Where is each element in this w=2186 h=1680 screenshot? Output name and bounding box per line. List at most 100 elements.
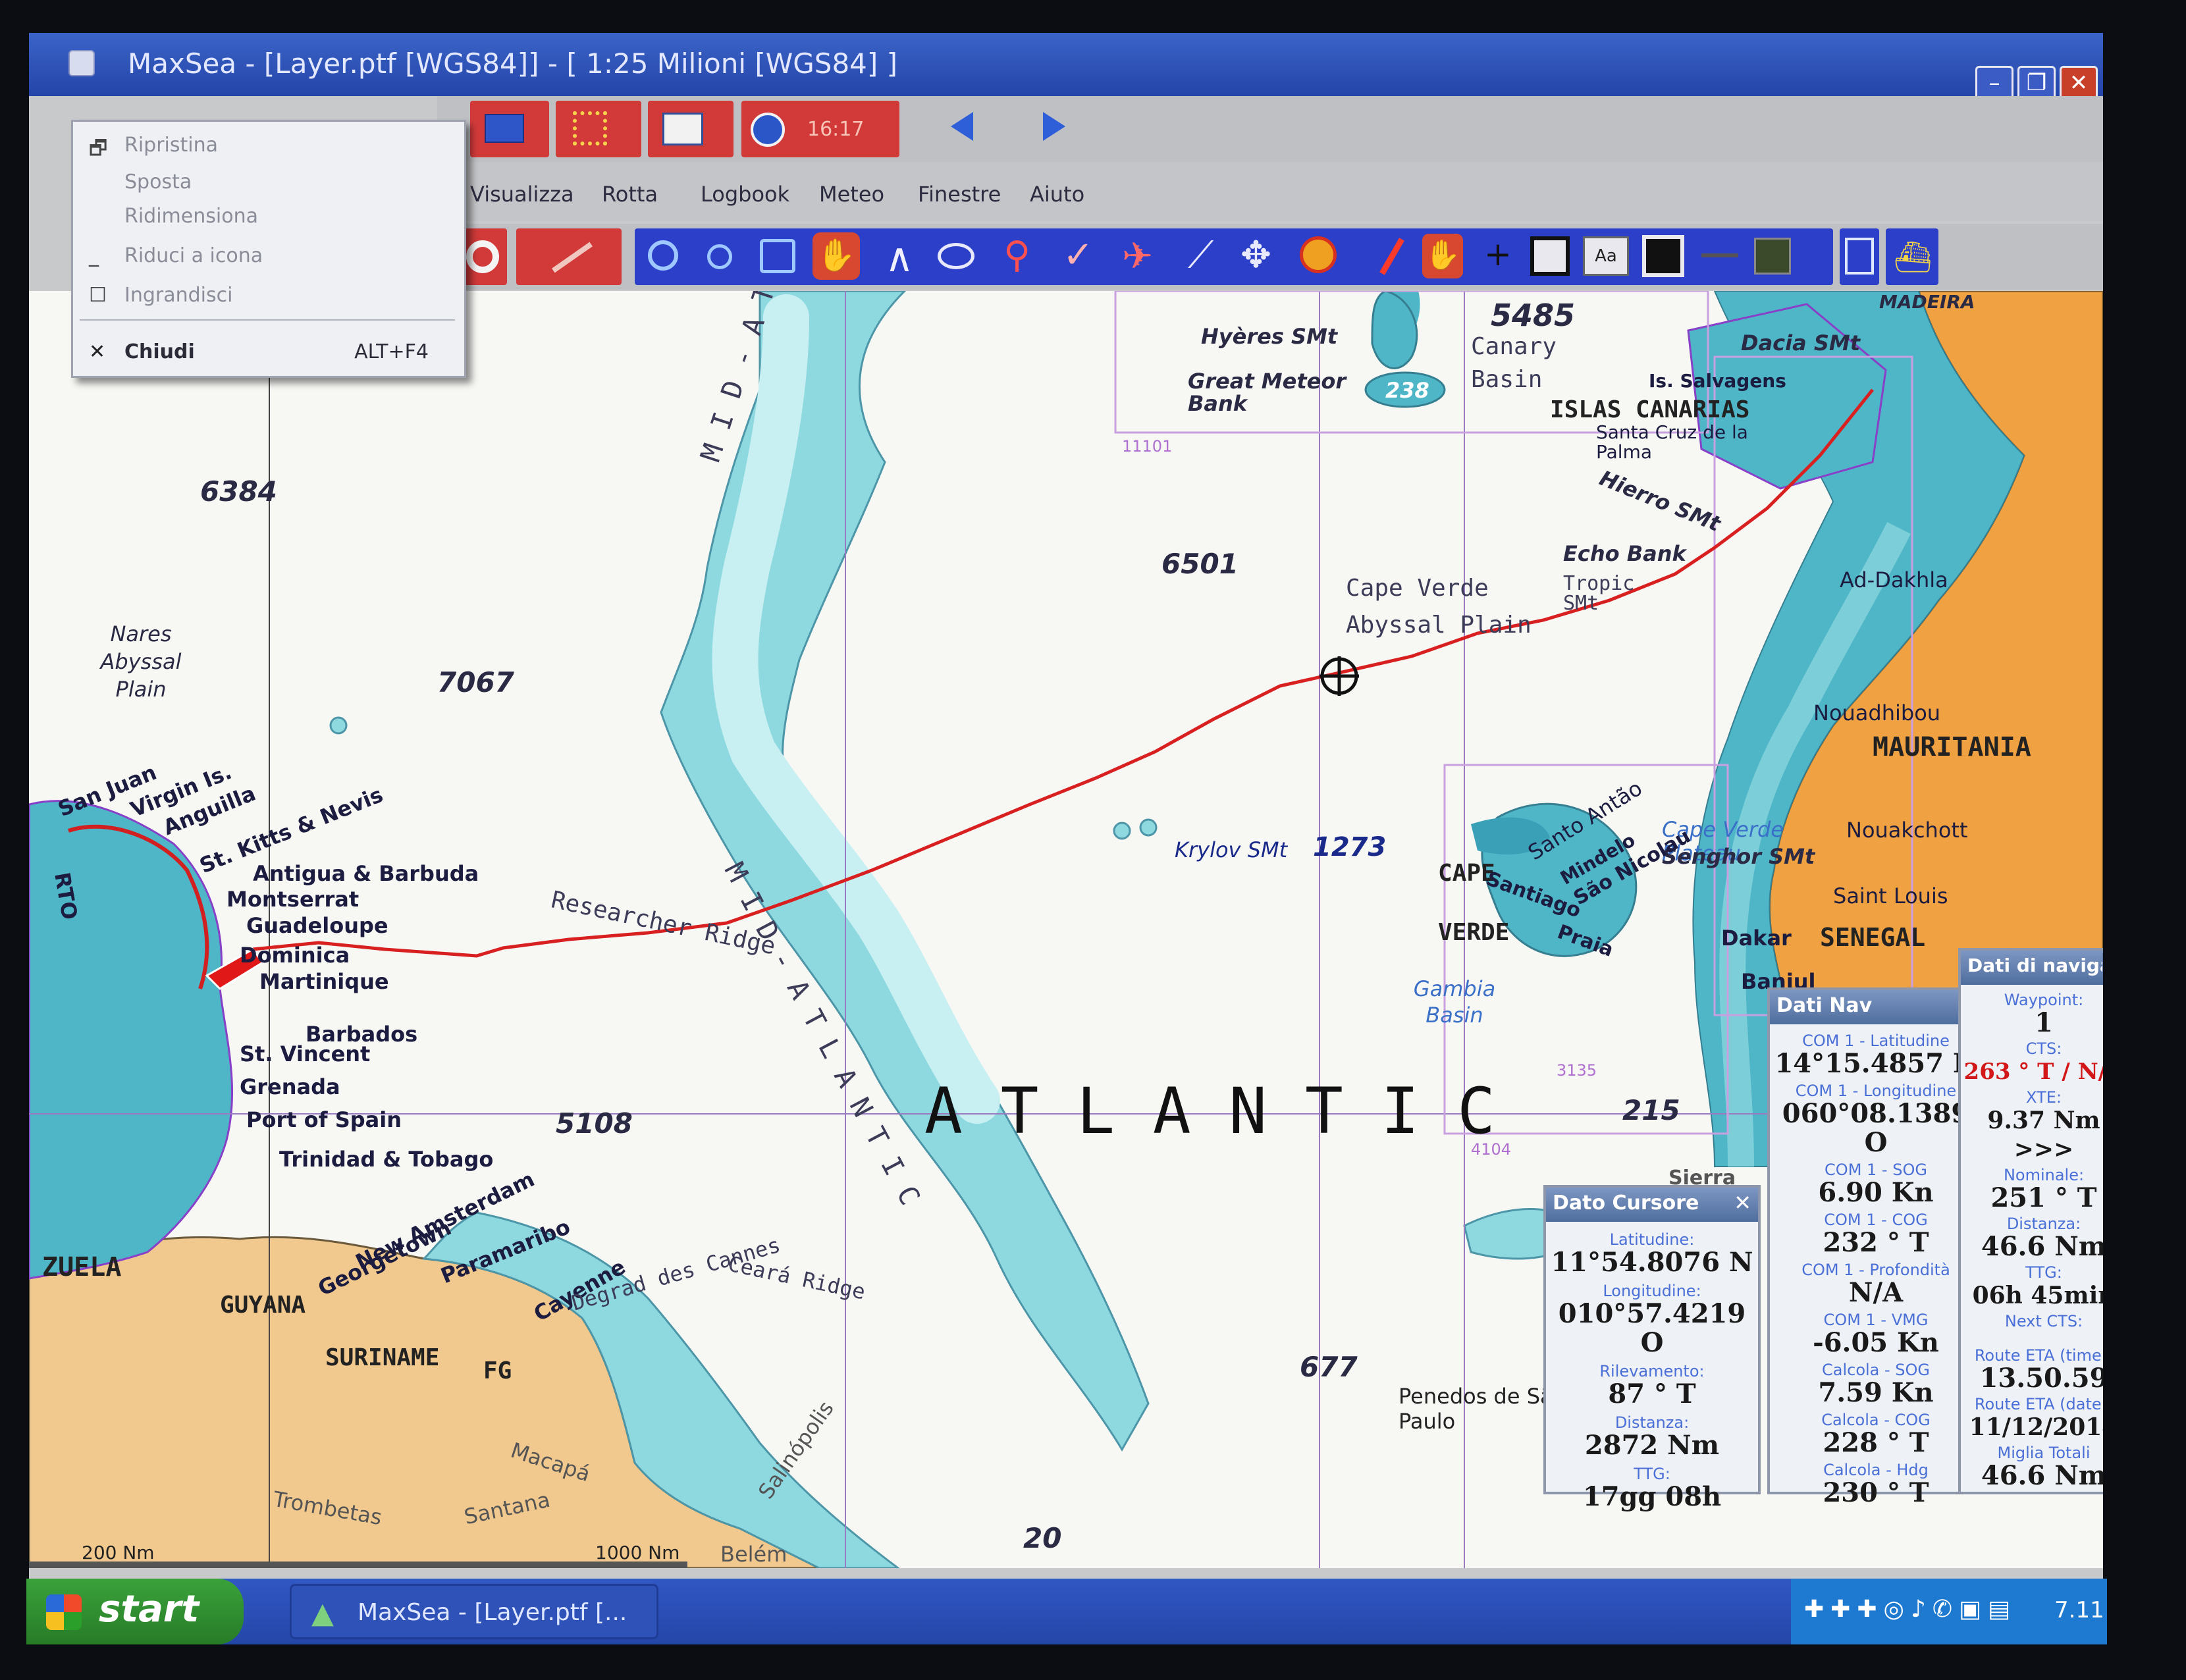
red-pen-icon[interactable] bbox=[1379, 238, 1404, 275]
nav-vmg: COM 1 - VMG -6.05 Kn bbox=[1813, 1311, 1939, 1358]
anchor-tool-icon[interactable]: ✥ bbox=[1240, 234, 1271, 276]
mark-tool-icon[interactable]: ✓ bbox=[1063, 234, 1094, 276]
route-tool-icon[interactable] bbox=[938, 243, 974, 269]
title-bar[interactable]: MaxSea - [Layer.ptf [WGS84]] - [ 1:25 Mi… bbox=[29, 33, 2103, 101]
zoom-in-icon[interactable] bbox=[648, 240, 678, 271]
taskbar: start ▲ MaxSea - [Layer.ptf [... ✚✚✚◎♪✆▣… bbox=[26, 1579, 2107, 1644]
label-canary-basin: Canary Basin bbox=[1471, 333, 1557, 393]
taskbar-item-maxsea[interactable]: ▲ MaxSea - [Layer.ptf [... bbox=[290, 1584, 658, 1639]
chart-layer-button[interactable] bbox=[470, 101, 549, 157]
text-tool-icon[interactable]: Aa bbox=[1583, 236, 1629, 276]
chart-icon bbox=[485, 114, 524, 143]
label-depth-1273: 1273 bbox=[1313, 832, 1387, 862]
lifebuoy-icon bbox=[466, 240, 499, 273]
boat-tool-icon[interactable]: ✈ bbox=[1122, 235, 1153, 278]
cursor-longitude: Longitudine: 010°57.4219 O bbox=[1558, 1282, 1746, 1358]
menu-item-maximize[interactable]: ☐ Ingrandisci bbox=[73, 277, 464, 314]
label-depth-5108: 5108 bbox=[556, 1107, 633, 1140]
lifebuoy-button[interactable] bbox=[460, 228, 507, 285]
close-x-icon: ✕ bbox=[89, 340, 106, 363]
system-tray: ✚✚✚◎♪✆▣▤ 7.11 bbox=[1791, 1579, 2107, 1644]
small-island-3 bbox=[329, 716, 348, 735]
nav-calc-sog: Calcola - SOG 7.59 Kn bbox=[1818, 1361, 1934, 1408]
nav-longitude: COM 1 - Longitudine 060°08.1389 O bbox=[1782, 1082, 1970, 1158]
layer-color-icon[interactable] bbox=[1754, 238, 1791, 275]
label-krylov-smt: Krylov SMt bbox=[1175, 837, 1288, 862]
menu-item-restore[interactable]: 🗗 Ripristina bbox=[73, 127, 464, 164]
tray-icons[interactable]: ✚✚✚◎♪✆▣▤ bbox=[1804, 1596, 2017, 1623]
nav-latitude: COM 1 - Latitudine 14°15.4857 N bbox=[1774, 1032, 1977, 1079]
clock-button[interactable]: 16:17 bbox=[741, 101, 899, 157]
label-martinique: Martinique bbox=[259, 969, 389, 994]
nav-panel-title[interactable]: Dati Nav✕ bbox=[1770, 990, 1982, 1024]
menu-item-minimize[interactable]: _ Riduci a icona bbox=[73, 238, 464, 275]
line-tool-icon[interactable]: ⟋ bbox=[1188, 234, 1213, 277]
ship-icon: ⛴ bbox=[1894, 239, 1933, 275]
plus-icon[interactable]: + bbox=[1484, 235, 1512, 273]
eraser-hand-icon[interactable]: ✋ bbox=[1422, 234, 1463, 278]
label-cape-verde-abyssal: Cape Verde Abyssal Plain bbox=[1346, 575, 1532, 639]
compass-tool-icon[interactable]: ∧ bbox=[885, 235, 914, 281]
close-icon[interactable]: ✕ bbox=[1734, 1190, 1751, 1215]
route-panel-title[interactable]: Dati di navigazi✕ bbox=[1961, 951, 2103, 985]
zoom-window-icon[interactable] bbox=[760, 239, 795, 273]
clock-icon bbox=[751, 113, 785, 147]
route-eta-date: Route ETA (date):11/12/2014 bbox=[1969, 1395, 2103, 1441]
label-great-meteor: Great Meteor Bank bbox=[1188, 369, 1346, 416]
grid-layer-button[interactable] bbox=[556, 101, 641, 157]
zoom-out-icon[interactable] bbox=[707, 244, 732, 269]
back-arrow-icon[interactable] bbox=[951, 112, 973, 141]
menu-logbook[interactable]: Logbook bbox=[701, 182, 789, 207]
target-tool-icon[interactable] bbox=[1300, 236, 1337, 273]
rectangle-tool-icon[interactable] bbox=[1530, 236, 1570, 276]
label-depth-20: 20 bbox=[1023, 1522, 1062, 1554]
menu-meteo[interactable]: Meteo bbox=[819, 182, 884, 207]
nav-data-panel[interactable]: Dati Nav✕ COM 1 - Latitudine14°15.4857 N… bbox=[1767, 987, 1985, 1508]
label-depth-677: 677 bbox=[1300, 1351, 1358, 1383]
menu-finestre[interactable]: Finestre bbox=[918, 182, 1001, 207]
fill-color-icon[interactable] bbox=[1642, 235, 1684, 277]
label-dacia-smt: Dacia SMt bbox=[1741, 330, 1861, 355]
menu-aiuto[interactable]: Aiuto bbox=[1030, 182, 1084, 207]
window-title: MaxSea - [Layer.ptf [WGS84]] - [ 1:25 Mi… bbox=[128, 47, 898, 80]
label-antigua: Antigua & Barbuda bbox=[253, 861, 479, 886]
line-style-icon[interactable] bbox=[1701, 253, 1738, 257]
app-icon[interactable] bbox=[68, 50, 95, 76]
pencil-tool-button[interactable] bbox=[516, 228, 622, 285]
forward-arrow-icon[interactable] bbox=[1043, 112, 1065, 141]
grid-icon bbox=[573, 111, 607, 145]
small-island-2 bbox=[1139, 818, 1158, 837]
grid-view-button[interactable] bbox=[1840, 228, 1879, 285]
start-button[interactable]: start bbox=[26, 1579, 244, 1644]
close-icon[interactable]: ✕ bbox=[2102, 953, 2103, 978]
label-atlantic: A T L A N T I C bbox=[924, 1074, 1495, 1148]
label-salvagens: Is. Salvagens bbox=[1649, 370, 1786, 392]
weather-layer-button[interactable] bbox=[648, 101, 733, 157]
label-fg: FG bbox=[483, 1357, 512, 1384]
boat-view-button[interactable]: ⛴ bbox=[1886, 228, 1938, 285]
menu-item-resize[interactable]: Ridimensiona bbox=[73, 198, 464, 235]
label-suriname: SURINAME bbox=[325, 1344, 440, 1371]
route-cts: CTS:263 ° T / N/A bbox=[1963, 1039, 2103, 1085]
menu-rotta[interactable]: Rotta bbox=[602, 182, 658, 207]
label-grenada: Grenada bbox=[240, 1074, 340, 1099]
label-hyeres-smt: Hyères SMt bbox=[1201, 324, 1338, 349]
route-distance: Distanza: 46.6 Nm bbox=[1981, 1215, 2103, 1262]
route-eta-time: Route ETA (time): 13.50.59 bbox=[1974, 1346, 2103, 1394]
route-data-panel[interactable]: Dati di navigazi✕ Waypoint:1 CTS:263 ° T… bbox=[1958, 948, 2103, 1494]
menu-visualizza[interactable]: Visualizza bbox=[470, 182, 574, 207]
tray-clock[interactable]: 7.11 bbox=[2054, 1597, 2104, 1623]
menu-item-close[interactable]: ✕ Chiudi ALT+F4 bbox=[73, 334, 464, 371]
label-senegal: SENEGAL bbox=[1820, 923, 1926, 952]
menu-item-move[interactable]: Sposta bbox=[73, 164, 464, 201]
cursor-panel-title[interactable]: Dato Cursore ✕ bbox=[1546, 1188, 1758, 1222]
route-nominal: Nominale: 251 ° T bbox=[1990, 1166, 2097, 1213]
menu-bar: Visualizza Rotta Logbook Meteo Finestre … bbox=[437, 162, 2103, 221]
label-grid-3135: 3135 bbox=[1557, 1061, 1597, 1080]
label-depth-238: 238 bbox=[1385, 378, 1429, 403]
waypoint-tool-icon[interactable]: ⚲ bbox=[1003, 234, 1030, 276]
label-depth-6501: 6501 bbox=[1161, 548, 1239, 580]
label-echo-bank: Echo Bank bbox=[1563, 541, 1686, 566]
cursor-data-panel[interactable]: Dato Cursore ✕ Latitudine: 11°54.8076 N Lo… bbox=[1543, 1185, 1761, 1511]
hand-pan-icon[interactable]: ✋ bbox=[813, 232, 860, 280]
